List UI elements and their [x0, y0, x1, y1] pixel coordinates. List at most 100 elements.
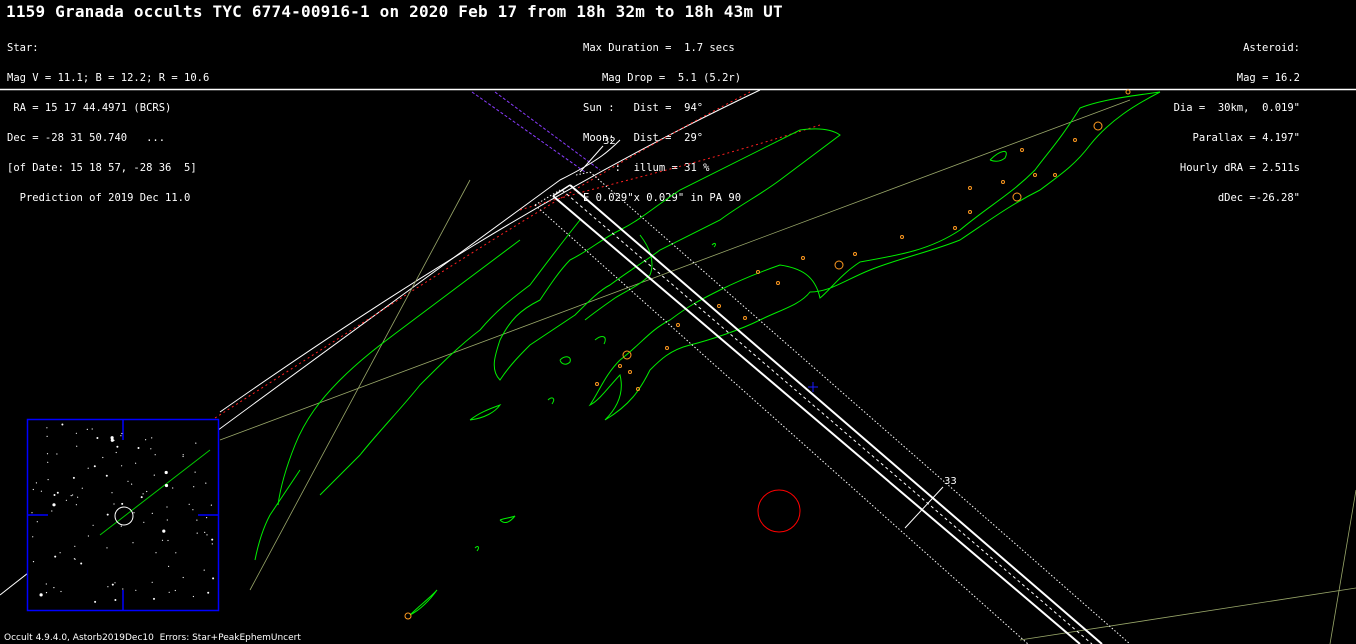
star-point [74, 545, 76, 547]
star-point [194, 471, 196, 473]
star-point [182, 455, 184, 458]
star-point [92, 524, 94, 526]
star-point [121, 465, 123, 467]
city-marker [1073, 138, 1077, 142]
city-marker [801, 256, 805, 260]
star-point [106, 547, 108, 549]
star-point [52, 503, 56, 507]
city-marker [595, 382, 599, 386]
star-point [51, 510, 53, 512]
star-point [188, 503, 190, 505]
path-extension-line [471, 91, 586, 173]
star-point [45, 592, 48, 594]
sun-altitude-limit [214, 91, 751, 419]
star-point [162, 529, 166, 533]
star-point [61, 423, 64, 426]
star-point [46, 453, 49, 455]
city-marker [968, 186, 972, 190]
star-point [205, 482, 207, 484]
star-point [35, 482, 38, 484]
coastline-island [989, 151, 1007, 162]
star-point [143, 521, 145, 523]
star-point [105, 474, 108, 477]
star-point [164, 483, 169, 488]
star-point [94, 600, 97, 603]
star-point [182, 576, 184, 579]
city-marker [1125, 89, 1131, 95]
star-point [120, 525, 122, 527]
star-point [206, 534, 208, 536]
star-point [80, 562, 83, 565]
star-point [172, 487, 174, 489]
city-marker [776, 281, 780, 285]
city-marker [1033, 173, 1037, 177]
star-point [111, 492, 113, 494]
earth-limb-inner [219, 89, 761, 413]
star-point [193, 486, 195, 488]
graticule-line [249, 179, 471, 591]
star-point [153, 597, 155, 600]
star-point [153, 474, 155, 476]
star-point [113, 503, 115, 505]
star-point [73, 558, 75, 560]
city-marker [618, 364, 622, 368]
star-point [135, 462, 137, 464]
uncertainty-end [575, 171, 591, 176]
star-point [59, 552, 61, 554]
star-point [182, 454, 184, 456]
coastline-south [254, 469, 301, 561]
star-point [65, 499, 67, 501]
star-point [142, 493, 144, 495]
star-point [166, 506, 168, 508]
star-point [122, 588, 124, 590]
city-marker [628, 370, 632, 374]
star-point [211, 538, 214, 541]
star-point [70, 495, 72, 497]
star-point [114, 582, 116, 584]
city-marker [743, 316, 747, 320]
star-point [114, 599, 117, 601]
star-point [166, 519, 168, 521]
star-point [53, 587, 55, 589]
star-point [155, 552, 157, 554]
city-marker [1001, 180, 1005, 184]
star-point [46, 435, 48, 437]
star-point [211, 543, 213, 545]
star-point [75, 432, 77, 434]
star-point [120, 435, 122, 437]
star-point [154, 454, 156, 456]
star-point [77, 496, 79, 498]
city-marker [953, 226, 957, 230]
coastline-group [254, 91, 1161, 616]
star-point [210, 504, 212, 506]
time-tick-32 [579, 145, 604, 173]
star-point [151, 581, 153, 583]
star-point [111, 583, 114, 586]
coastline-korea [493, 128, 841, 381]
star-chart-inset [26, 418, 220, 612]
star-point [115, 451, 117, 454]
star-point [56, 453, 58, 455]
time-label-32: 32 [603, 136, 616, 147]
city-marker [636, 387, 640, 391]
city-marker [756, 270, 760, 274]
uncertainty-limit-north [589, 171, 1131, 644]
star-point [140, 496, 143, 499]
star-point [32, 536, 34, 538]
star-point [168, 591, 170, 593]
star-point [203, 569, 205, 571]
star-point [192, 509, 194, 511]
star-point [207, 591, 210, 594]
star-point [131, 483, 133, 485]
city-marker [1053, 173, 1057, 177]
star-point [132, 542, 134, 544]
star-point [107, 586, 109, 588]
coastline-island [469, 403, 502, 421]
coastline-island [711, 243, 716, 248]
star-point [151, 512, 153, 515]
star-point [175, 552, 177, 554]
uncertainty-limit-south [534, 204, 1029, 644]
star-point [212, 577, 215, 580]
star-point [174, 589, 176, 592]
star-point [32, 488, 34, 491]
